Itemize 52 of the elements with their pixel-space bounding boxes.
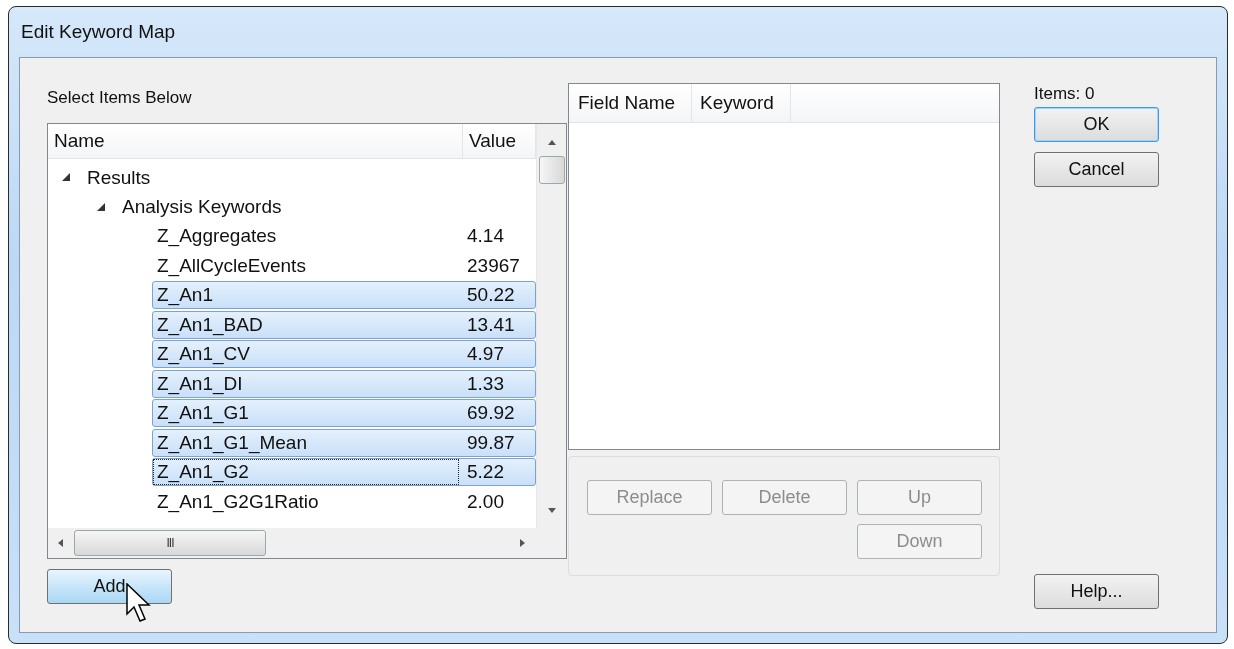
expand-triangle-icon[interactable] [62, 173, 71, 183]
scroll-up-arrow-icon[interactable] [546, 138, 557, 148]
help-button[interactable]: Help... [1034, 574, 1159, 609]
name-text: Z_An1_DI [156, 371, 244, 397]
tree-view[interactable] [47, 123, 567, 559]
window-title: Edit Keyword Map [20, 20, 177, 44]
section-label: Select Items Below [47, 88, 193, 108]
value-text: 13.41 [466, 313, 515, 336]
name-text: Z_An1 [156, 283, 214, 308]
name-text: Z_AllCycleEvents [156, 253, 307, 279]
name-text: Z_An1_G1 [156, 401, 250, 426]
value-text: 5.22 [466, 461, 504, 483]
tree-row[interactable]: Z_An1_CV 4.97 [152, 340, 536, 368]
name-text: Z_An1_G1_Mean [156, 430, 308, 456]
column-header[interactable]: Field Name [569, 84, 692, 122]
value-text: 1.33 [466, 372, 504, 395]
keyword-list[interactable]: Field Name Keyword [568, 83, 1000, 450]
value-text: 23967 [466, 254, 520, 277]
value-text: 2.00 [466, 490, 504, 513]
add-button[interactable]: Add [47, 569, 172, 604]
name-text: Z_An1_G2G1Ratio [156, 489, 320, 515]
tree-row[interactable]: Z_An1_DI 1.33 [152, 369, 536, 398]
tree-row[interactable]: Z_An1_G2 5.22 [152, 458, 536, 486]
dialog-button[interactable]: OK [1034, 107, 1159, 142]
tree-row[interactable]: Z_AllCycleEvents 23967 [152, 251, 536, 280]
column-header[interactable]: Keyword [692, 84, 791, 122]
tree-row[interactable]: Z_An1_G1_Mean 99.87 [152, 428, 536, 457]
value-text: 69.92 [466, 402, 515, 424]
value-text: 4.97 [466, 343, 504, 365]
column-header[interactable]: Name [48, 124, 463, 158]
tree-row[interactable]: Z_An1_G2G1Ratio 2.00 [152, 487, 536, 516]
expand-triangle-icon[interactable] [97, 202, 106, 212]
name-text: Z_Aggregates [156, 224, 278, 249]
value-text: 99.87 [466, 431, 515, 454]
tree-row[interactable]: Z_An1_G1 69.92 [152, 399, 536, 427]
name-text: Z_An1_BAD [156, 312, 264, 338]
tree-row[interactable]: Z_An1 50.22 [152, 281, 536, 309]
items-count: Items: 0 [1034, 84, 1096, 104]
tree-row[interactable]: Z_An1_BAD 13.41 [152, 310, 536, 339]
scroll-thumb[interactable]: III [74, 530, 266, 556]
scroll-thumb[interactable] [538, 156, 565, 184]
name-text: Z_An1_CV [156, 342, 251, 367]
tree-row[interactable]: Z_Aggregates 4.14 [152, 222, 536, 250]
scroll-left-arrow-icon[interactable] [56, 538, 66, 548]
vertical-scrollbar[interactable] [536, 124, 566, 528]
value-text: 50.22 [466, 284, 515, 306]
name-text: Z_An1_G2 [153, 459, 459, 485]
value-text: 4.14 [466, 225, 504, 247]
tree-node[interactable]: Results [87, 166, 151, 189]
tree-node[interactable]: Analysis Keywords [122, 196, 282, 219]
horizontal-scrollbar[interactable]: III [48, 528, 536, 558]
dialog-button[interactable]: Cancel [1034, 152, 1159, 187]
